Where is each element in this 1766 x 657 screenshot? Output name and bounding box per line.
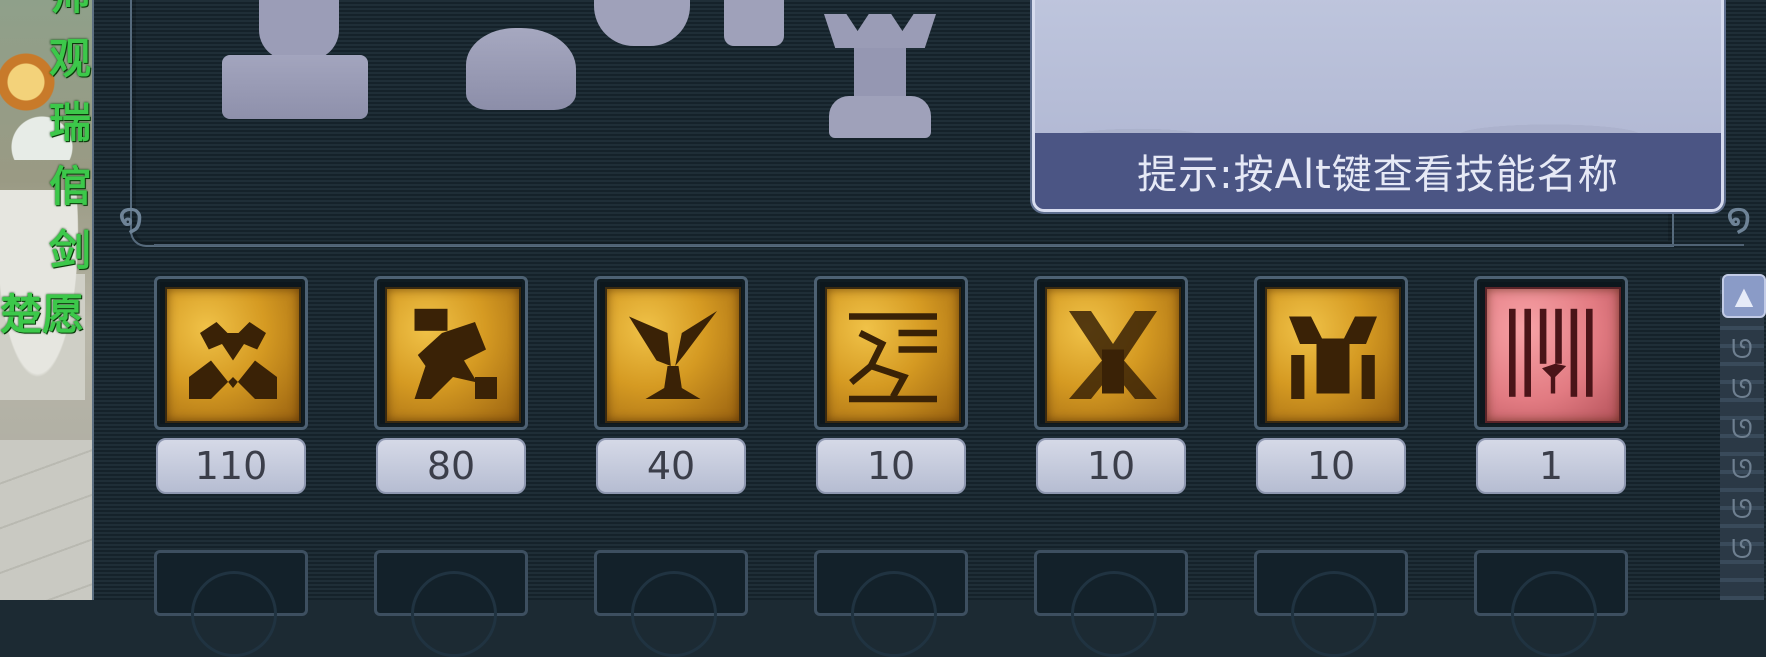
skill-level: 10 xyxy=(1036,438,1186,494)
gold-skill-crossed-icon[interactable] xyxy=(1045,287,1181,423)
gold-skill-helmet-icon[interactable] xyxy=(1265,287,1401,423)
npc-name-char: 瑞 xyxy=(49,98,92,147)
empty-skill-slot[interactable] xyxy=(814,550,968,657)
statue-base-icon xyxy=(829,96,931,138)
empty-skill-slot[interactable] xyxy=(594,550,748,657)
skill-level: 1 xyxy=(1476,438,1626,494)
skill-icon-frame[interactable] xyxy=(1474,276,1628,430)
skill-level: 40 xyxy=(596,438,746,494)
statue-icon xyxy=(854,48,906,98)
npc-name-char: 楚愿 xyxy=(0,290,85,339)
skill-level: 10 xyxy=(816,438,966,494)
floor-tiles xyxy=(0,440,92,600)
game-world-view: 师 观 瑞 倌 剑 楚愿 xyxy=(0,0,92,600)
skill-level: 80 xyxy=(376,438,526,494)
empty-skill-slot[interactable] xyxy=(1034,550,1188,657)
skill-icon-frame[interactable] xyxy=(154,276,308,430)
skill-icon-frame[interactable] xyxy=(814,276,968,430)
statue-icon xyxy=(259,0,339,60)
frame-curl-icon: ໑ xyxy=(1726,195,1752,241)
npc-name-labels: 师 观 瑞 倌 剑 楚愿 xyxy=(0,0,92,340)
skill-icon-frame[interactable] xyxy=(374,276,528,430)
npc-name-char: 剑 xyxy=(49,226,92,275)
statue-base-icon xyxy=(222,55,368,119)
gold-skill-sprout-icon[interactable] xyxy=(605,287,741,423)
empty-skill-slot[interactable] xyxy=(1254,550,1408,657)
gold-skill-emblem-icon[interactable] xyxy=(165,287,301,423)
statue-icon xyxy=(466,28,576,110)
npc-name-char: 观 xyxy=(49,34,92,83)
skill-panel: ໑ ໑ 提示:按Alt键查看技能名称 110 80 40 10 10 10 1 … xyxy=(92,0,1766,657)
gold-skill-warrior-icon[interactable] xyxy=(385,287,521,423)
tip-box: 提示:按Alt键查看技能名称 xyxy=(1032,0,1724,212)
gold-skill-running-icon[interactable] xyxy=(825,287,961,423)
scrollbar-pattern-icon: ᘎᘎᘎᘎᘎᘎ xyxy=(1731,335,1753,565)
tip-text: 提示:按Alt键查看技能名称 xyxy=(1035,133,1721,209)
skill-icon-frame[interactable] xyxy=(1254,276,1408,430)
empty-skill-slot[interactable] xyxy=(374,550,528,657)
skill-level: 110 xyxy=(156,438,306,494)
statue-icon xyxy=(724,0,784,46)
skill-level: 10 xyxy=(1256,438,1406,494)
scroll-up-arrow-icon[interactable]: ▲ xyxy=(1722,274,1766,318)
tip-background-art xyxy=(1035,75,1721,135)
empty-skill-slot[interactable] xyxy=(154,550,308,657)
statue-crown-icon xyxy=(824,14,936,48)
pink-skill-seedling-icon[interactable] xyxy=(1485,287,1621,423)
frame-curl-icon: ໑ xyxy=(118,195,144,241)
empty-skill-slot[interactable] xyxy=(1474,550,1628,657)
panel-divider xyxy=(154,244,1744,246)
skill-row: 110 80 40 10 10 10 1 xyxy=(154,276,1654,496)
skill-icon-frame[interactable] xyxy=(594,276,748,430)
npc-name-char: 师 xyxy=(49,0,91,20)
skill-icon-frame[interactable] xyxy=(1034,276,1188,430)
npc-name-char: 倌 xyxy=(49,162,92,211)
